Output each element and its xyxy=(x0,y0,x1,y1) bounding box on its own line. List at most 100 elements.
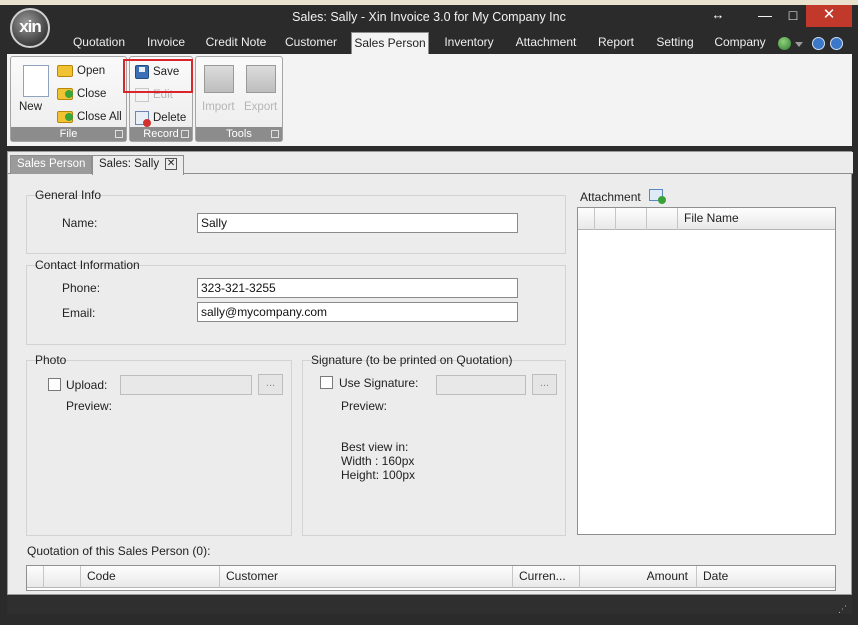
quotations-grid-header: Code Customer Curren... Amount Date xyxy=(27,566,835,588)
dropdown-arrow-icon[interactable] xyxy=(795,42,803,47)
menu-tab-company[interactable]: Company xyxy=(708,32,772,54)
attachment-col-4[interactable] xyxy=(647,208,678,230)
minimize-button[interactable]: — xyxy=(750,5,780,27)
file-group-label: File xyxy=(59,128,78,140)
new-button[interactable]: New xyxy=(19,101,42,113)
resize-grip-icon[interactable]: ⋰ xyxy=(838,604,848,614)
menu-tab-inventory[interactable]: Inventory xyxy=(436,32,502,54)
ribbon-group-tools: Import Export Tools xyxy=(195,56,283,142)
close-button[interactable]: Close xyxy=(57,88,106,100)
delete-icon xyxy=(135,111,151,127)
quotations-col-amount[interactable]: Amount xyxy=(580,566,697,588)
menu-tab-attachment[interactable]: Attachment xyxy=(510,32,582,54)
new-document-icon xyxy=(23,65,49,97)
menu-tab-sales-person[interactable]: Sales Person xyxy=(351,32,429,54)
doc-tab-sales-sally[interactable]: Sales: Sally ✕ xyxy=(92,155,185,175)
close-all-folder-icon xyxy=(57,111,73,123)
use-signature-checkbox[interactable] xyxy=(320,376,333,389)
close-folder-icon xyxy=(57,88,73,100)
photo-preview-label: Preview: xyxy=(66,399,113,413)
attachment-grid: File Name xyxy=(577,207,836,535)
attachment-col-2[interactable] xyxy=(595,208,616,230)
quotations-col-date[interactable]: Date xyxy=(697,566,835,588)
document-tabs: Sales Person Sales: Sally ✕ xyxy=(8,152,853,175)
delete-button[interactable]: Delete xyxy=(135,111,187,127)
quotations-col-code[interactable]: Code xyxy=(81,566,220,588)
photo-title: Photo xyxy=(35,353,67,367)
menu-tab-quotation[interactable]: Quotation xyxy=(66,32,132,54)
close-window-button[interactable]: ✕ xyxy=(806,5,852,27)
help-icon[interactable] xyxy=(812,37,825,50)
resize-arrows-icon[interactable]: ↔ xyxy=(700,5,736,27)
maximize-button[interactable]: □ xyxy=(780,5,806,27)
menu-tab-setting[interactable]: Setting xyxy=(650,32,700,54)
doc-tab-label: Sales: Sally xyxy=(99,158,160,170)
quotations-title: Quotation of this Sales Person (0): xyxy=(27,544,211,558)
import-button[interactable]: Import xyxy=(202,101,235,113)
close-tab-icon[interactable]: ✕ xyxy=(165,157,178,170)
tools-group-label: Tools xyxy=(226,128,252,140)
general-info-title: General Info xyxy=(35,188,102,202)
attachment-col-select[interactable] xyxy=(578,208,595,230)
phone-field[interactable]: 323-321-3255 xyxy=(197,278,518,298)
close-label: Close xyxy=(77,88,107,101)
name-field[interactable]: Sally xyxy=(197,213,518,233)
menu-tab-report[interactable]: Report xyxy=(590,32,642,54)
quotations-col-2[interactable] xyxy=(44,566,81,588)
use-signature-label: Use Signature: xyxy=(339,376,419,390)
quotations-grid: Code Customer Curren... Amount Date xyxy=(26,565,836,591)
record-group-launcher-icon[interactable] xyxy=(181,130,189,138)
attachment-title: Attachment xyxy=(580,190,641,204)
signature-browse-button[interactable]: ... xyxy=(532,374,557,395)
quotations-col-customer[interactable]: Customer xyxy=(220,566,513,588)
phone-label: Phone: xyxy=(62,281,101,295)
attachment-grid-header: File Name xyxy=(578,208,835,230)
menu-tab-credit-note[interactable]: Credit Note xyxy=(200,32,272,54)
ribbon-group-file-label: File xyxy=(11,127,126,141)
signature-preview-label: Preview: xyxy=(341,399,388,413)
add-attachment-icon[interactable] xyxy=(649,189,666,204)
attachment-col-file-name[interactable]: File Name xyxy=(678,208,835,230)
signature-hint-2: Width : 160px xyxy=(341,454,415,468)
open-label: Open xyxy=(77,65,106,78)
signature-path-field[interactable] xyxy=(436,375,526,395)
doc-tab-sales-person[interactable]: Sales Person xyxy=(10,155,93,174)
quotations-col-select[interactable] xyxy=(27,566,44,588)
menu-tab-customer[interactable]: Customer xyxy=(280,32,342,54)
info-icon[interactable] xyxy=(830,37,843,50)
delete-label: Delete xyxy=(153,112,187,125)
import-icon xyxy=(204,65,234,93)
attachment-col-3[interactable] xyxy=(616,208,647,230)
menu-tab-invoice[interactable]: Invoice xyxy=(138,32,194,54)
add-badge-icon xyxy=(658,196,666,204)
ribbon-group-tools-label: Tools xyxy=(196,127,282,141)
export-button[interactable]: Export xyxy=(244,101,277,113)
close-all-button[interactable]: Close All xyxy=(57,111,122,123)
upload-checkbox[interactable] xyxy=(48,378,61,391)
document-area: Sales Person Sales: Sally ✕ General Info … xyxy=(7,151,853,595)
main-menu: Quotation Invoice Credit Note Customer S… xyxy=(0,32,858,54)
name-label: Name: xyxy=(62,216,98,230)
upload-path-field[interactable] xyxy=(120,375,252,395)
photo-browse-button[interactable]: ... xyxy=(258,374,283,395)
contact-info-title: Contact Information xyxy=(35,258,140,272)
ribbon-group-file: New Open Close Close All File xyxy=(10,56,127,142)
title-bar: Sales: Sally - Xin Invoice 3.0 for My Co… xyxy=(0,5,858,33)
file-group-launcher-icon[interactable] xyxy=(115,130,123,138)
upload-label: Upload: xyxy=(66,378,108,392)
save-highlight-box xyxy=(123,59,193,93)
email-field[interactable]: sally@mycompany.com xyxy=(197,302,518,322)
tools-group-launcher-icon[interactable] xyxy=(271,130,279,138)
status-bar xyxy=(7,596,852,614)
email-label: Email: xyxy=(62,306,96,320)
quotations-col-currency[interactable]: Curren... xyxy=(513,566,580,588)
open-folder-icon xyxy=(57,65,73,77)
open-button[interactable]: Open xyxy=(57,65,105,77)
record-group-label: Record xyxy=(143,128,179,140)
ribbon-group-record-label: Record xyxy=(130,127,192,141)
globe-icon[interactable] xyxy=(778,37,791,50)
signature-hint-3: Height: 100px xyxy=(341,468,416,482)
export-icon xyxy=(246,65,276,93)
signature-hint-1: Best view in: xyxy=(341,440,409,454)
signature-title: Signature (to be printed on Quotation) xyxy=(311,353,513,367)
